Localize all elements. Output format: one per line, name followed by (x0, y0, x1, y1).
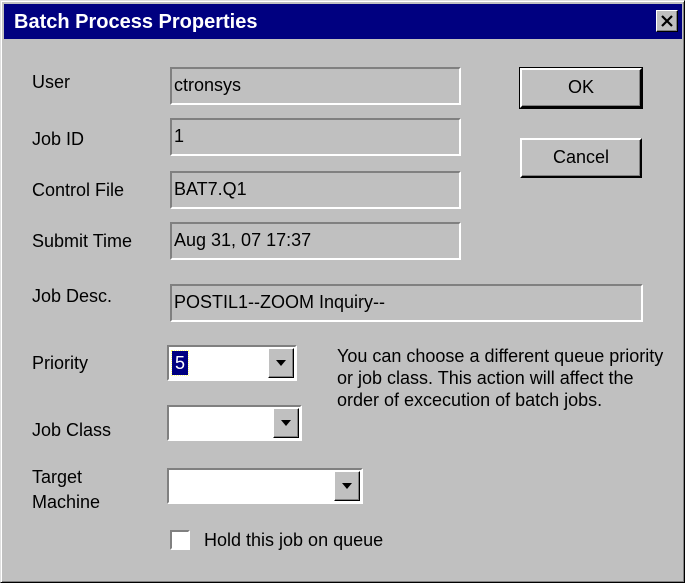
job-class-dropdown-button[interactable] (273, 408, 299, 438)
submit-time-field: Aug 31, 07 17:37 (170, 222, 461, 260)
target-machine-dropdown-button[interactable] (334, 471, 360, 501)
priority-select[interactable]: 5 (167, 345, 297, 381)
job-class-label: Job Class (32, 420, 112, 440)
cancel-button[interactable]: Cancel (520, 138, 642, 178)
control-file-field: BAT7.Q1 (170, 171, 461, 209)
close-icon (661, 15, 673, 27)
job-desc-label: Job Desc. (32, 286, 113, 306)
chevron-down-icon (342, 483, 352, 489)
hold-job-label[interactable]: Hold this job on queue (204, 529, 383, 551)
user-value: ctronsys (174, 75, 242, 95)
dialog-window: Batch Process Properties User ctronsys J… (0, 0, 685, 583)
target-machine-value (172, 474, 178, 498)
job-desc-field: POSTIL1--ZOOM Inquiry-- (170, 284, 643, 322)
control-file-label: Control File (32, 180, 125, 200)
help-text: You can choose a different queue priorit… (337, 346, 664, 410)
ok-button[interactable]: OK (519, 67, 643, 109)
window-title: Batch Process Properties (14, 11, 258, 33)
priority-value: 5 (170, 350, 190, 376)
job-id-label: Job ID (32, 129, 85, 149)
job-class-value (172, 411, 178, 435)
job-id-value: 1 (174, 126, 185, 146)
target-machine-label-line1: Target (32, 467, 83, 487)
close-button[interactable] (656, 10, 678, 32)
user-field: ctronsys (170, 67, 461, 105)
target-machine-label-line2: Machine (32, 492, 101, 512)
priority-label: Priority (32, 353, 89, 373)
chevron-down-icon (276, 360, 286, 366)
hold-job-checkbox[interactable] (170, 530, 190, 550)
user-label: User (32, 72, 71, 92)
control-file-value: BAT7.Q1 (174, 179, 247, 199)
priority-dropdown-button[interactable] (268, 348, 294, 378)
target-machine-select[interactable] (167, 468, 363, 504)
submit-time-label: Submit Time (32, 231, 133, 251)
submit-time-value: Aug 31, 07 17:37 (174, 230, 312, 250)
chevron-down-icon (281, 420, 291, 426)
job-desc-value: POSTIL1--ZOOM Inquiry-- (174, 292, 386, 312)
job-class-select[interactable] (167, 405, 302, 441)
title-bar[interactable]: Batch Process Properties (4, 4, 682, 39)
job-id-field: 1 (170, 118, 461, 156)
